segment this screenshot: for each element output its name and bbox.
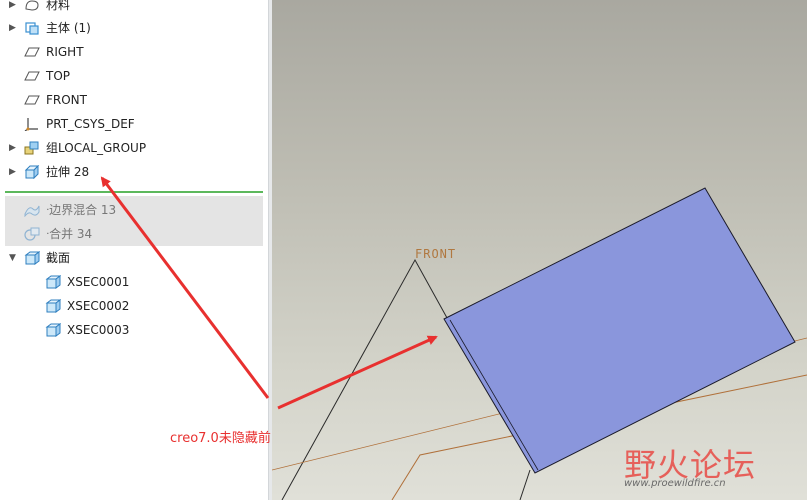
watermark-url: www.proewildfire.cn — [624, 478, 726, 489]
tree-item-merge-34[interactable]: ᐧ合并 34 — [0, 223, 268, 245]
tree-item-label: 截面 — [46, 251, 71, 265]
tree-item-label: XSEC0002 — [67, 299, 130, 313]
xsec-icon — [45, 323, 61, 337]
insert-here-line[interactable] — [5, 191, 263, 193]
tree-item-label: 材料 — [46, 0, 71, 12]
tree-item-boundary-blend-13[interactable]: ᐧ边界混合 13 — [0, 199, 268, 221]
tree-item-front-plane[interactable]: FRONT — [0, 89, 268, 111]
front-datum-plane-edge-2 — [519, 469, 531, 500]
model-tree: ▶ 材料 ▶ 主体 (1) RIGHT TOP FRONT PRT_CSYS_D… — [0, 0, 268, 500]
tree-item-label: FRONT — [46, 93, 87, 107]
tree-item-local-group[interactable]: ▶ 组LOCAL_GROUP — [0, 137, 268, 159]
xsec-icon — [45, 275, 61, 289]
tree-item-xsec0003[interactable]: XSEC0003 — [0, 319, 268, 341]
extrude-icon — [24, 165, 40, 179]
expand-arrow-icon[interactable]: ▶ — [9, 17, 19, 39]
material-icon — [25, 0, 39, 11]
tree-item-label: XSEC0001 — [67, 275, 130, 289]
model-geometry — [272, 187, 807, 500]
xsec-icon — [45, 299, 61, 313]
tree-item-label: XSEC0003 — [67, 323, 130, 337]
group-icon — [24, 141, 39, 155]
tree-item-xsec0001[interactable]: XSEC0001 — [0, 271, 268, 293]
tree-item-right-plane[interactable]: RIGHT — [0, 41, 268, 63]
tree-item-body[interactable]: ▶ 主体 (1) — [0, 17, 268, 39]
blue-surface[interactable] — [443, 187, 796, 474]
tree-item-label: TOP — [46, 69, 71, 83]
tree-item-extrude-28[interactable]: ▶ 拉伸 28 — [0, 161, 268, 183]
tree-item-sections[interactable]: ▼ 截面 — [0, 247, 268, 269]
body-icon — [25, 22, 39, 35]
tree-item-xsec0002[interactable]: XSEC0002 — [0, 295, 268, 317]
graphics-viewport[interactable]: FRONT — [272, 0, 807, 500]
tree-item-label: PRT_CSYS_DEF — [46, 117, 135, 131]
boundary-blend-icon — [24, 205, 40, 217]
tree-item-label: ᐧ合并 34 — [46, 227, 93, 241]
expand-arrow-icon[interactable]: ▶ — [9, 137, 19, 159]
tree-item-label: RIGHT — [46, 45, 84, 59]
tree-item-label: ᐧ边界混合 13 — [46, 203, 117, 217]
front-datum-plane-edge — [281, 258, 463, 500]
expand-arrow-icon[interactable]: ▶ — [9, 161, 19, 183]
datum-plane-icon — [24, 95, 40, 105]
tree-item-top-plane[interactable]: TOP — [0, 65, 268, 87]
datum-plane-icon — [24, 47, 40, 57]
merge-icon — [24, 227, 40, 241]
tree-item-label: 拉伸 28 — [46, 165, 90, 179]
section-icon — [24, 251, 40, 265]
datum-plane-icon — [24, 71, 40, 81]
tree-item-csys[interactable]: PRT_CSYS_DEF — [0, 113, 268, 135]
tree-item-material[interactable]: ▶ 材料 — [0, 0, 268, 16]
coordinate-system-icon — [24, 118, 38, 131]
watermark: 野火论坛 www.proewildfire.cn — [620, 440, 800, 496]
tree-item-label: 组LOCAL_GROUP — [46, 141, 147, 155]
annotation-text: creo7.0未隐藏前 — [170, 431, 271, 446]
front-datum-label: FRONT — [415, 247, 457, 261]
collapse-arrow-icon[interactable]: ▼ — [9, 247, 19, 269]
tree-item-label: 主体 (1) — [46, 21, 91, 35]
expand-arrow-icon[interactable]: ▶ — [9, 0, 19, 16]
